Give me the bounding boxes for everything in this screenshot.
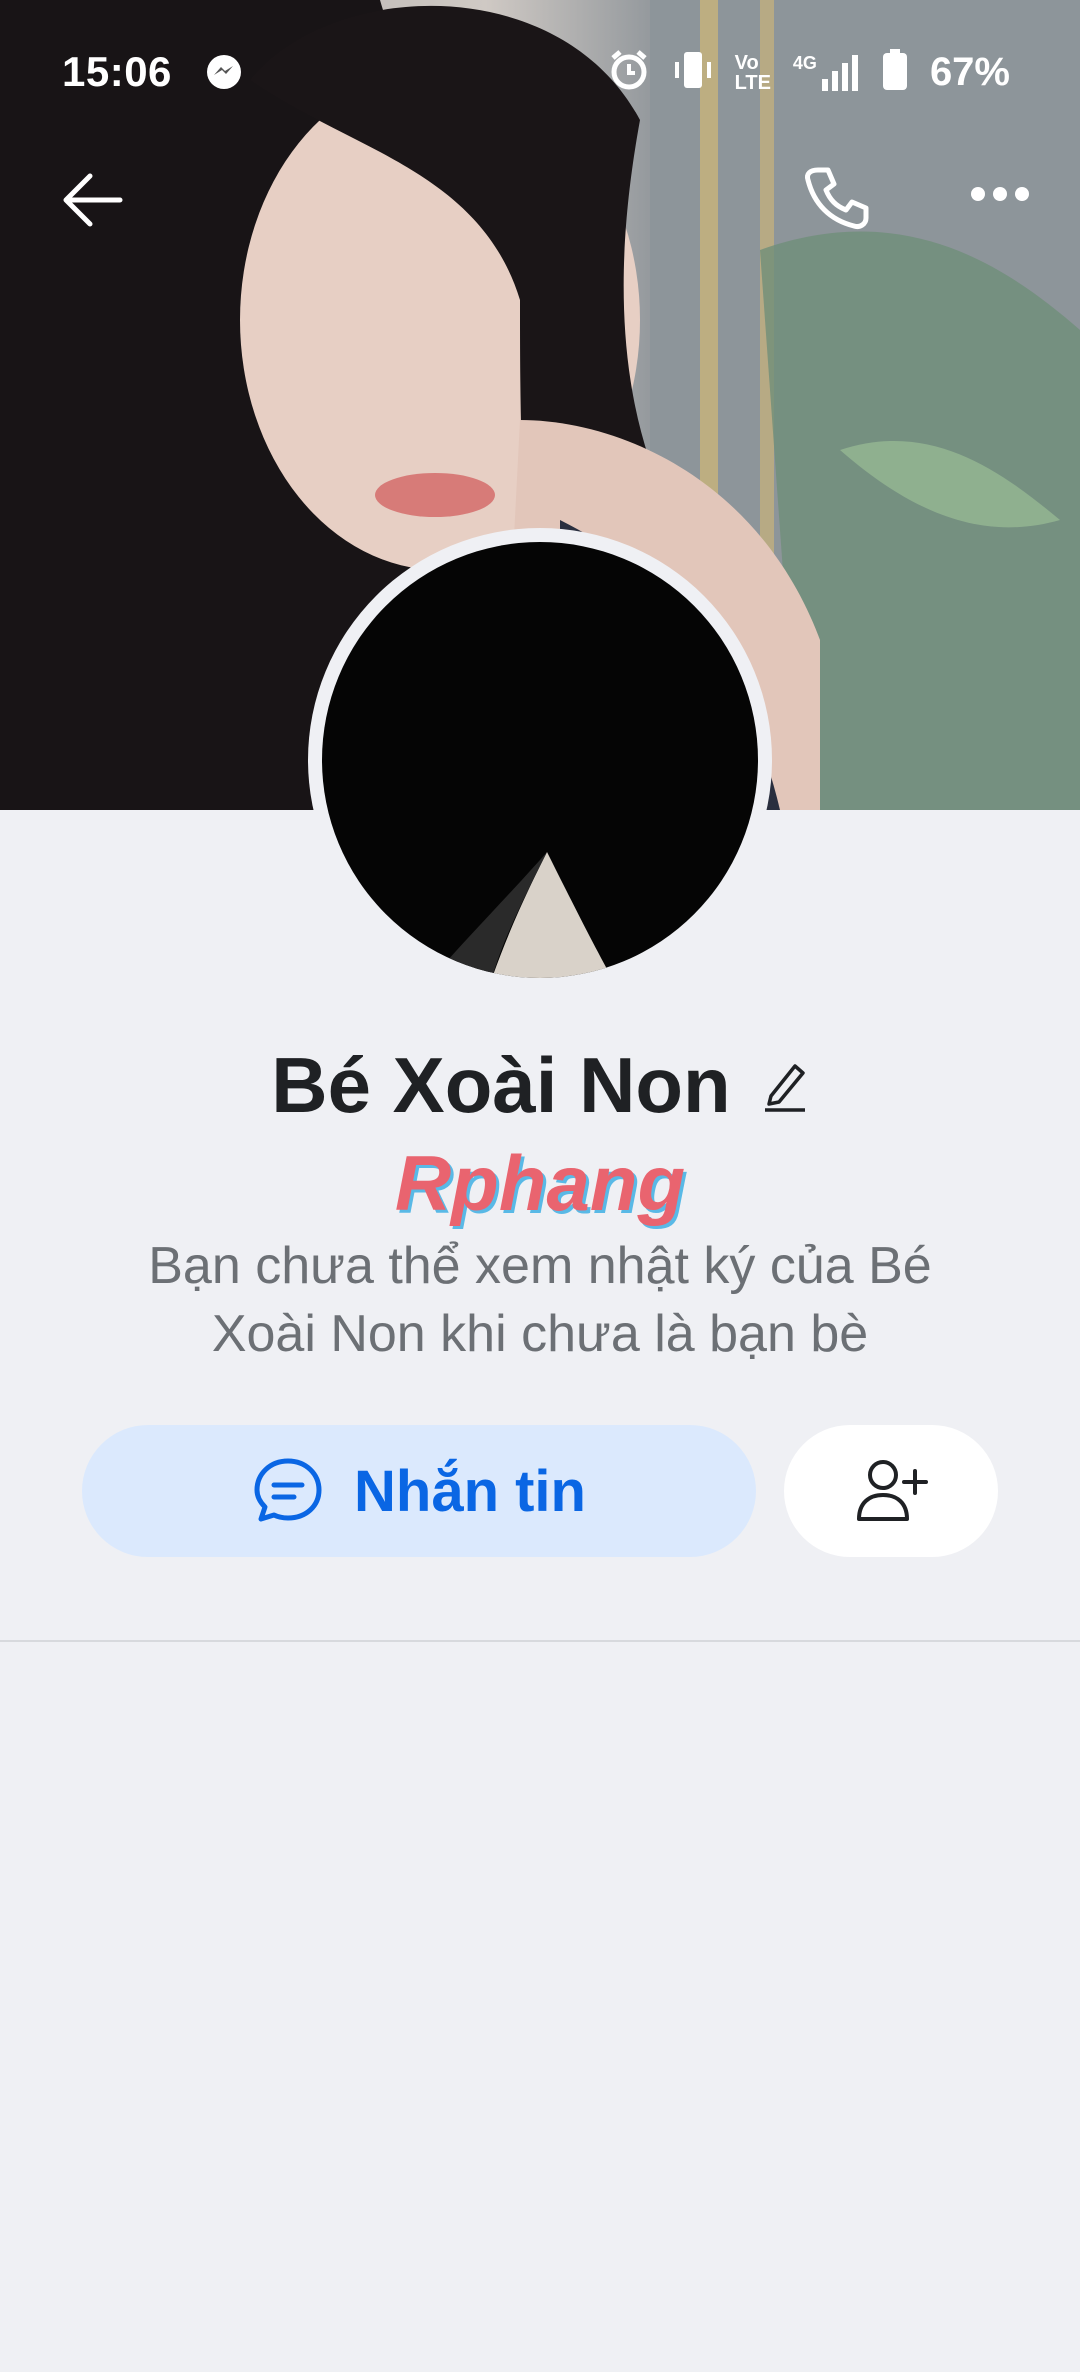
vibrate-icon — [673, 48, 713, 97]
status-time: 15:06 — [62, 48, 172, 95]
private-notice: Bạn chưa thể xem nhật ký của Bé Xoài Non… — [148, 1237, 932, 1363]
message-button-label: Nhắn tin — [354, 1458, 586, 1524]
more-button[interactable] — [970, 186, 1030, 207]
network-type: 4G — [792, 52, 817, 73]
avatar[interactable] — [322, 542, 758, 978]
alarm-icon — [607, 48, 651, 97]
battery-level: 67% — [929, 50, 1010, 94]
edit-name-button[interactable] — [761, 1058, 809, 1119]
more-horizontal-icon — [971, 187, 1029, 201]
arrow-left-icon — [63, 173, 123, 227]
status-bar: 15:06 Vo LTE 4G 67% — [0, 40, 1080, 110]
volte-icon: Vo LTE — [735, 53, 771, 93]
phone-icon — [805, 167, 869, 229]
pencil-icon — [764, 1064, 805, 1112]
volte-top: Vo — [734, 51, 759, 74]
watermark-logo: Rphang — [394, 1139, 686, 1227]
call-button[interactable] — [800, 162, 872, 239]
volte-bottom: LTE — [734, 71, 771, 94]
add-friend-button[interactable] — [784, 1425, 998, 1557]
messenger-icon — [206, 54, 242, 95]
chat-bubble-icon — [254, 1458, 322, 1522]
profile-name-row: Bé Xoài Non — [0, 1040, 1080, 1131]
message-button[interactable]: Nhắn tin — [82, 1425, 756, 1557]
section-divider — [0, 1640, 1080, 1642]
back-button[interactable] — [60, 170, 124, 235]
add-friend-icon — [857, 1460, 928, 1521]
battery-icon — [882, 49, 908, 96]
profile-name: Bé Xoài Non — [271, 1041, 731, 1129]
signal-icon: 4G — [793, 53, 860, 93]
